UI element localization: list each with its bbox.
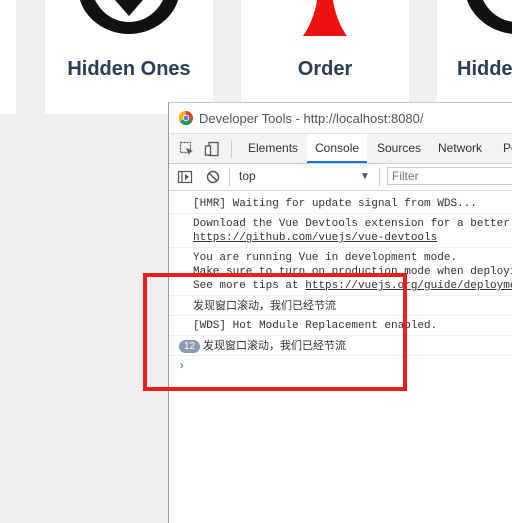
card-title: Hidden Ones: [67, 58, 191, 80]
tab-console[interactable]: Console: [307, 134, 368, 163]
vue-devtools-link[interactable]: https://github.com/vuejs/vue-devtools: [193, 232, 437, 244]
tab-elements[interactable]: Elements: [248, 134, 298, 163]
filterbar-separator: [229, 168, 230, 186]
console-message: Download the Vue Devtools extension for …: [169, 214, 512, 248]
tab-sources[interactable]: Sources: [377, 134, 421, 163]
console-filterbar: top ▼: [169, 164, 512, 191]
device-toolbar-icon[interactable]: [204, 141, 220, 157]
card-order[interactable]: Order: [241, 0, 409, 114]
message-text: You are running Vue in development mode.: [193, 252, 458, 264]
card-title: Order: [297, 58, 353, 80]
card-title: Hidde: [457, 58, 512, 80]
tab-network[interactable]: Network: [438, 134, 482, 163]
card-partial-left[interactable]: [0, 0, 16, 114]
devtools-tabbar: Elements Console Sources Network Pe: [169, 134, 512, 164]
highlight-annotation-box: [143, 273, 407, 391]
console-message: [HMR] Waiting for update signal from WDS…: [169, 194, 512, 214]
show-drawer-icon[interactable]: [177, 169, 193, 185]
order-emblem-icon: [303, 0, 347, 36]
message-text: [HMR] Waiting for update signal from WDS…: [193, 198, 477, 210]
chrome-icon: [179, 111, 193, 125]
clear-console-icon[interactable]: [205, 169, 221, 185]
hidden-ones-emblem-icon: [467, 0, 512, 34]
card-hidden-ones-partial[interactable]: Hidde: [437, 0, 512, 114]
filterbar-separator: [379, 168, 380, 186]
hidden-ones-emblem-icon: [80, 0, 178, 34]
filter-input[interactable]: [387, 167, 512, 185]
tab-performance[interactable]: Pe: [503, 134, 512, 163]
inspect-element-icon[interactable]: [179, 141, 195, 157]
message-text: Download the Vue Devtools extension for …: [193, 218, 510, 230]
context-selector[interactable]: top: [239, 169, 256, 183]
devtools-titlebar[interactable]: Developer Tools - http://localhost:8080/: [169, 103, 512, 134]
tab-separator: [231, 140, 232, 158]
window-title: Developer Tools - http://localhost:8080/: [199, 111, 424, 126]
chevron-down-icon[interactable]: ▼: [360, 171, 370, 182]
card-hidden-ones[interactable]: Hidden Ones: [45, 0, 213, 114]
